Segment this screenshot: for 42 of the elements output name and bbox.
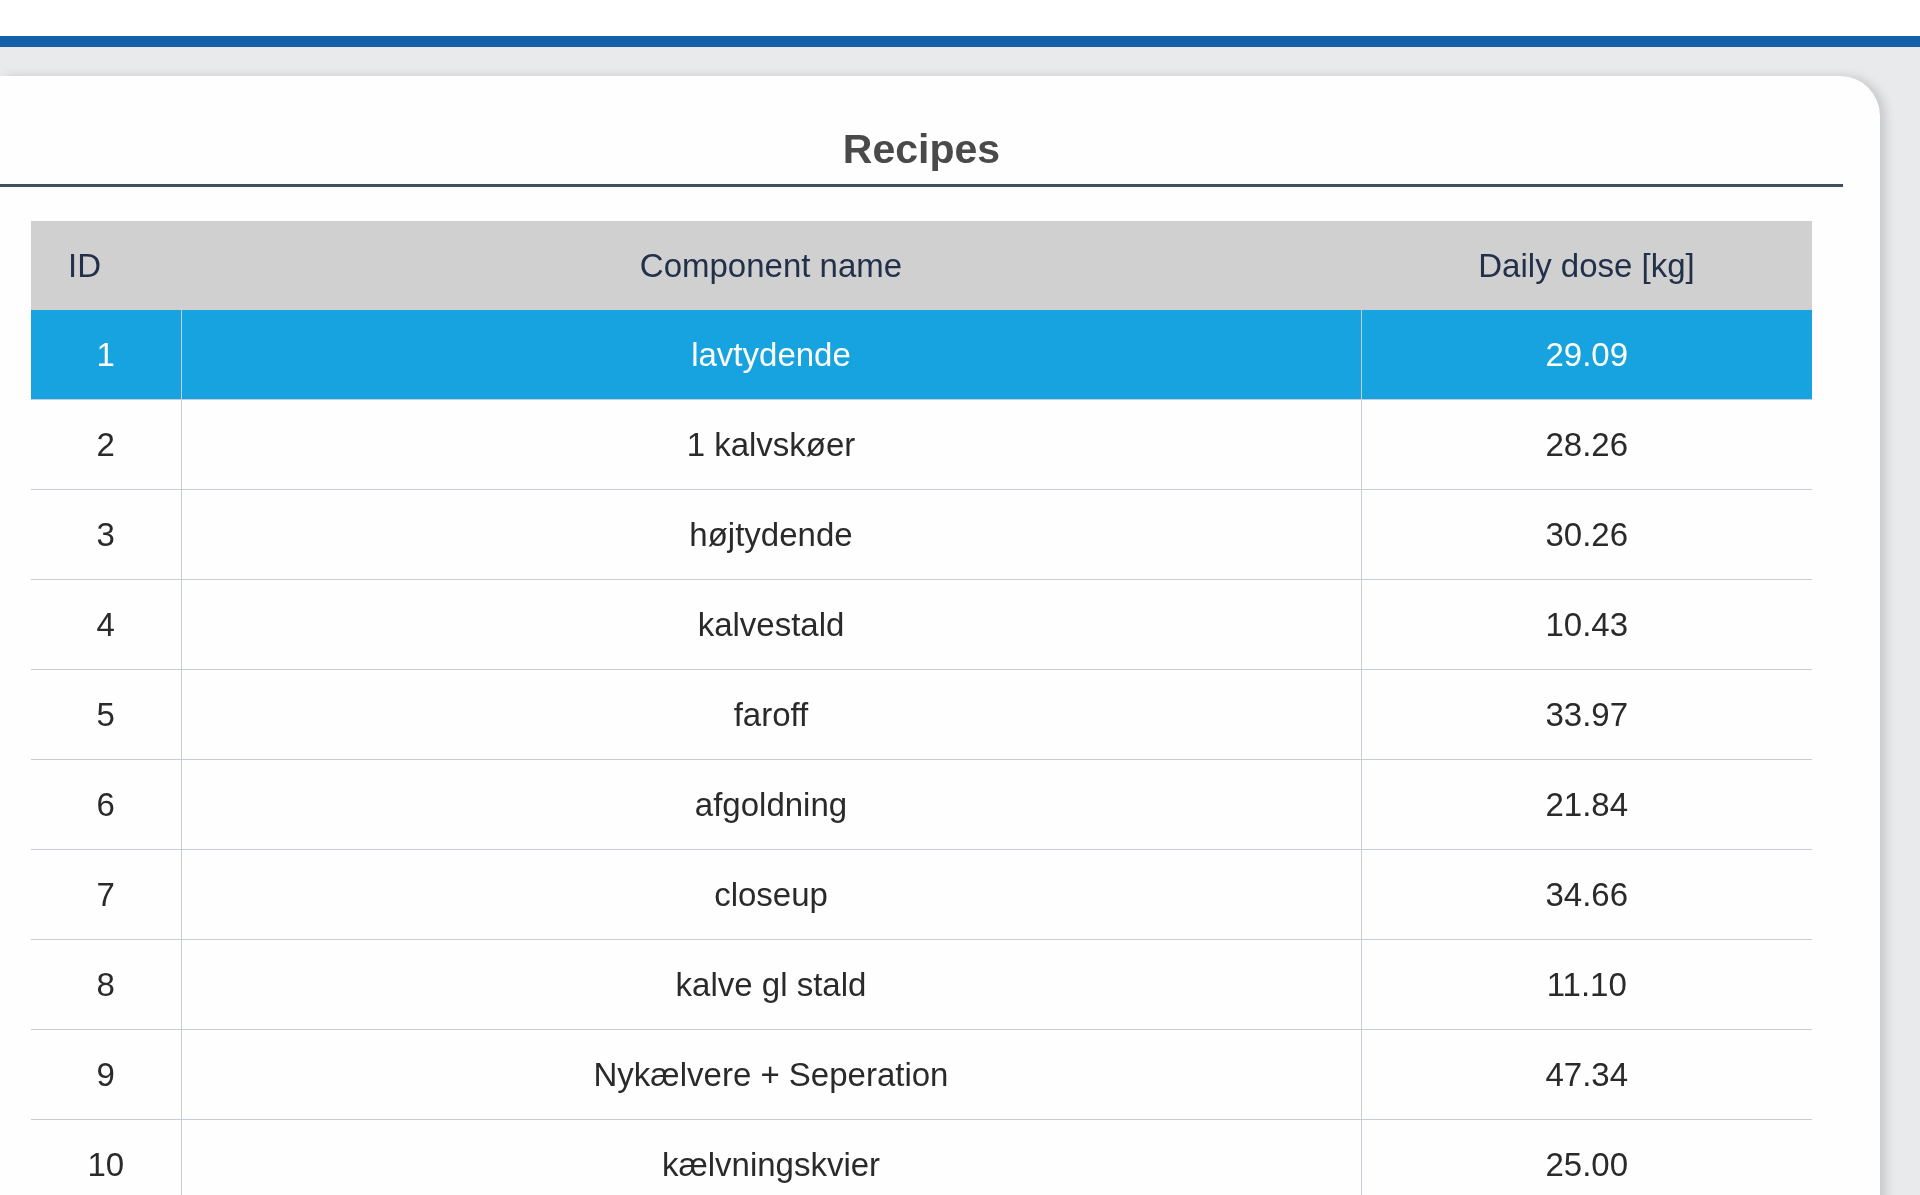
table-cell: 33.97 xyxy=(1361,669,1812,760)
table-row[interactable]: 2 1 kalvskøer 28.26 xyxy=(31,399,1812,490)
table-cell: 29.09 xyxy=(1361,310,1812,400)
column-header[interactable]: Component name xyxy=(181,221,1361,310)
table-row[interactable]: 8 kalve gl stald 11.10 xyxy=(31,939,1812,1030)
table-row[interactable]: 6 afgoldning 21.84 xyxy=(31,759,1812,850)
column-header[interactable]: ID xyxy=(31,221,181,310)
table-cell: afgoldning xyxy=(181,759,1361,850)
table-cell: 5 xyxy=(31,669,181,760)
table-cell: kalvestald xyxy=(181,579,1361,670)
table-row[interactable]: 7 closeup 34.66 xyxy=(31,849,1812,940)
table-cell: 10.43 xyxy=(1361,579,1812,670)
table-cell: 8 xyxy=(31,939,181,1030)
table-cell: 21.84 xyxy=(1361,759,1812,850)
table-cell: 3 xyxy=(31,489,181,580)
table-row[interactable]: 4 kalvestald 10.43 xyxy=(31,579,1812,670)
table-cell: closeup xyxy=(181,849,1361,940)
table-cell: 1 xyxy=(31,310,181,400)
table-cell: 4 xyxy=(31,579,181,670)
table-cell: 34.66 xyxy=(1361,849,1812,940)
table-cell: Nykælvere + Seperation xyxy=(181,1029,1361,1120)
table-cell: 10 xyxy=(31,1119,181,1195)
table-row[interactable]: 5 faroff 33.97 xyxy=(31,669,1812,760)
table-cell: 1 kalvskøer xyxy=(181,399,1361,490)
table-cell: 2 xyxy=(31,399,181,490)
table-cell: 47.34 xyxy=(1361,1029,1812,1120)
table-cell: lavtydende xyxy=(181,310,1361,400)
table-row[interactable]: 3 højtydende 30.26 xyxy=(31,489,1812,580)
table-cell: 9 xyxy=(31,1029,181,1120)
table-cell: 30.26 xyxy=(1361,489,1812,580)
table-cell: kalve gl stald xyxy=(181,939,1361,1030)
column-header[interactable]: Daily dose [kg] xyxy=(1361,221,1812,310)
table-cell: 6 xyxy=(31,759,181,850)
table-cell: faroff xyxy=(181,669,1361,760)
table-row[interactable]: 9 Nykælvere + Seperation 47.34 xyxy=(31,1029,1812,1120)
table-cell: 28.26 xyxy=(1361,399,1812,490)
table-cell: 25.00 xyxy=(1361,1119,1812,1195)
table-cell: 7 xyxy=(31,849,181,940)
table-row[interactable]: 10 kælvningskvier 25.00 xyxy=(31,1119,1812,1195)
table-cell: 11.10 xyxy=(1361,939,1812,1030)
page-title: Recipes xyxy=(841,125,1002,174)
table-cell: højtydende xyxy=(181,489,1361,580)
